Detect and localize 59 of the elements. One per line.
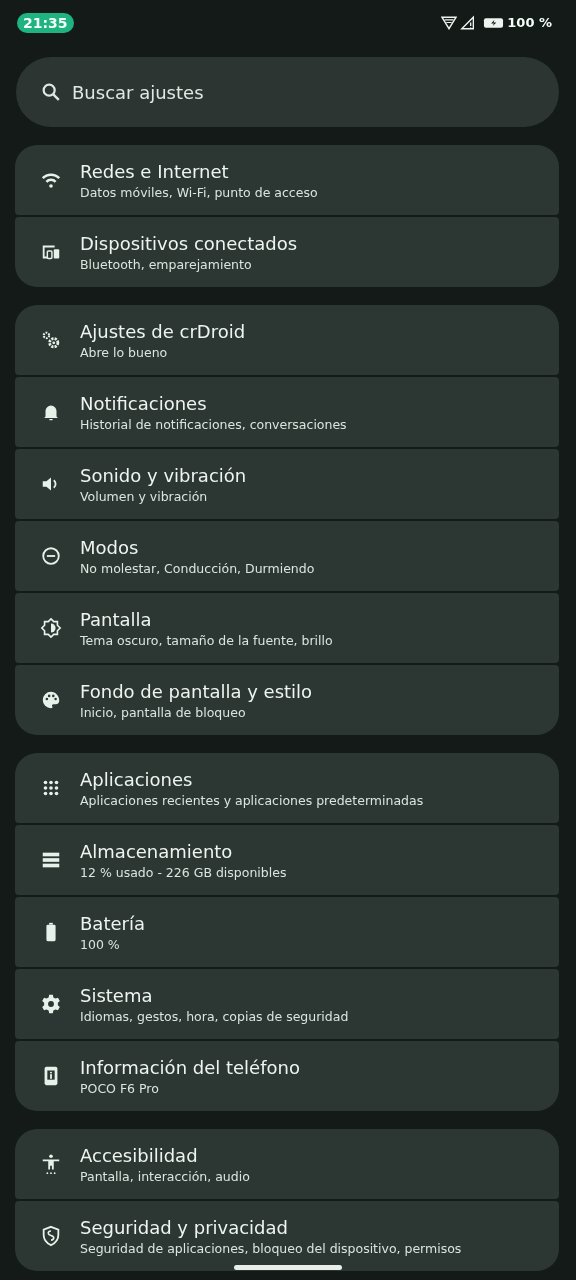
item-title: Modos	[80, 536, 140, 558]
item-subtitle: Historial de notificaciones, conversaciones	[80, 416, 347, 432]
item-subtitle: Inicio, pantalla de bloqueo	[80, 704, 247, 720]
wifi-icon	[441, 15, 458, 30]
battery-percentage: 100 %	[507, 15, 552, 30]
settings-item[interactable]: Sonido y vibración Volumen y vibración	[15, 449, 559, 519]
settings-item[interactable]: Seguridad y privacidad Seguridad de aplicaciones, bloqueo del dispositivo, permisos	[15, 1201, 559, 1271]
shield-icon	[40, 1225, 62, 1247]
settings-item[interactable]: Almacenamiento 12 % usado - 226 GB disponibles	[15, 825, 559, 895]
search-field[interactable]: Buscar ajustes	[16, 57, 559, 127]
item-title: Accesibilidad	[80, 1144, 199, 1166]
item-title: Notificaciones	[80, 392, 208, 414]
item-title: Aplicaciones	[80, 768, 194, 790]
item-subtitle: POCO F6 Pro	[80, 1080, 160, 1096]
settings-icon	[40, 993, 62, 1015]
item-title: Almacenamiento	[80, 840, 234, 862]
item-subtitle: Pantalla, interacción, audio	[80, 1168, 250, 1184]
settings-item[interactable]: Pantalla Tema oscuro, tamaño de la fuente, brillo	[15, 593, 559, 663]
settings-item[interactable]: Batería 100 %	[15, 897, 559, 967]
item-title: Sonido y vibración	[80, 464, 247, 486]
minus-circle-icon	[40, 545, 62, 567]
item-title: Seguridad y privacidad	[80, 1216, 289, 1238]
item-subtitle: Tema oscuro, tamaño de la fuente, brillo	[80, 632, 333, 648]
item-title: Redes e Internet	[80, 160, 230, 182]
settings-item[interactable]: Notificaciones Historial de notificaciones, conversaciones	[15, 377, 559, 447]
settings-item[interactable]: Ajustes de crDroid Abre lo bueno	[15, 305, 559, 375]
settings-item[interactable]: Modos No molestar, Conducción, Durmiendo	[15, 521, 559, 591]
settings-item[interactable]: Sistema Idiomas, gestos, hora, copias de seguridad	[15, 969, 559, 1039]
item-title: Ajustes de crDroid	[80, 320, 246, 342]
settings-item[interactable]: Información del teléfono POCO F6 Pro	[15, 1041, 559, 1111]
item-title: Batería	[80, 912, 145, 934]
navigation-handle[interactable]	[234, 1265, 342, 1270]
item-subtitle: Datos móviles, Wi-Fi, punto de acceso	[80, 184, 318, 200]
battery-charging-icon	[483, 16, 505, 29]
item-subtitle: Bluetooth, emparejamiento	[80, 256, 253, 272]
gears-icon	[40, 329, 62, 351]
settings-item[interactable]: Redes e Internet Datos móviles, Wi-Fi, punto de acceso	[15, 145, 559, 215]
item-subtitle: Seguridad de aplicaciones, bloqueo del dispositivo, permisos	[80, 1240, 462, 1256]
item-subtitle: Idiomas, gestos, hora, copias de seguridad	[80, 1008, 349, 1024]
settings-item[interactable]: Aplicaciones Aplicaciones recientes y aplicaciones predeterminadas	[15, 753, 559, 823]
brightness-icon	[40, 617, 62, 639]
item-title: Información del teléfono	[80, 1056, 300, 1078]
item-subtitle: Abre lo bueno	[80, 344, 169, 360]
accessibility-icon	[40, 1153, 62, 1175]
item-title: Sistema	[80, 984, 154, 1006]
palette-icon	[40, 689, 62, 711]
item-subtitle: 100 %	[80, 936, 121, 952]
clock-time: 21:35	[17, 12, 74, 33]
item-subtitle: Aplicaciones recientes y aplicaciones predeterminadas	[80, 792, 424, 808]
item-subtitle: Volumen y vibración	[80, 488, 209, 504]
item-subtitle: No molestar, Conducción, Durmiendo	[80, 560, 315, 576]
settings-item[interactable]: Accesibilidad Pantalla, interacción, audio	[15, 1129, 559, 1199]
item-title: Dispositivos conectados	[80, 232, 298, 254]
settings-item[interactable]: Dispositivos conectados Bluetooth, emparejamiento	[15, 217, 559, 287]
signal-icon	[460, 15, 477, 30]
item-subtitle: 12 % usado - 226 GB disponibles	[80, 864, 287, 880]
item-title: Pantalla	[80, 608, 153, 630]
item-title: Fondo de pantalla y estilo	[80, 680, 313, 702]
settings-item[interactable]: Fondo de pantalla y estilo Inicio, pantalla de bloqueo	[15, 665, 559, 735]
